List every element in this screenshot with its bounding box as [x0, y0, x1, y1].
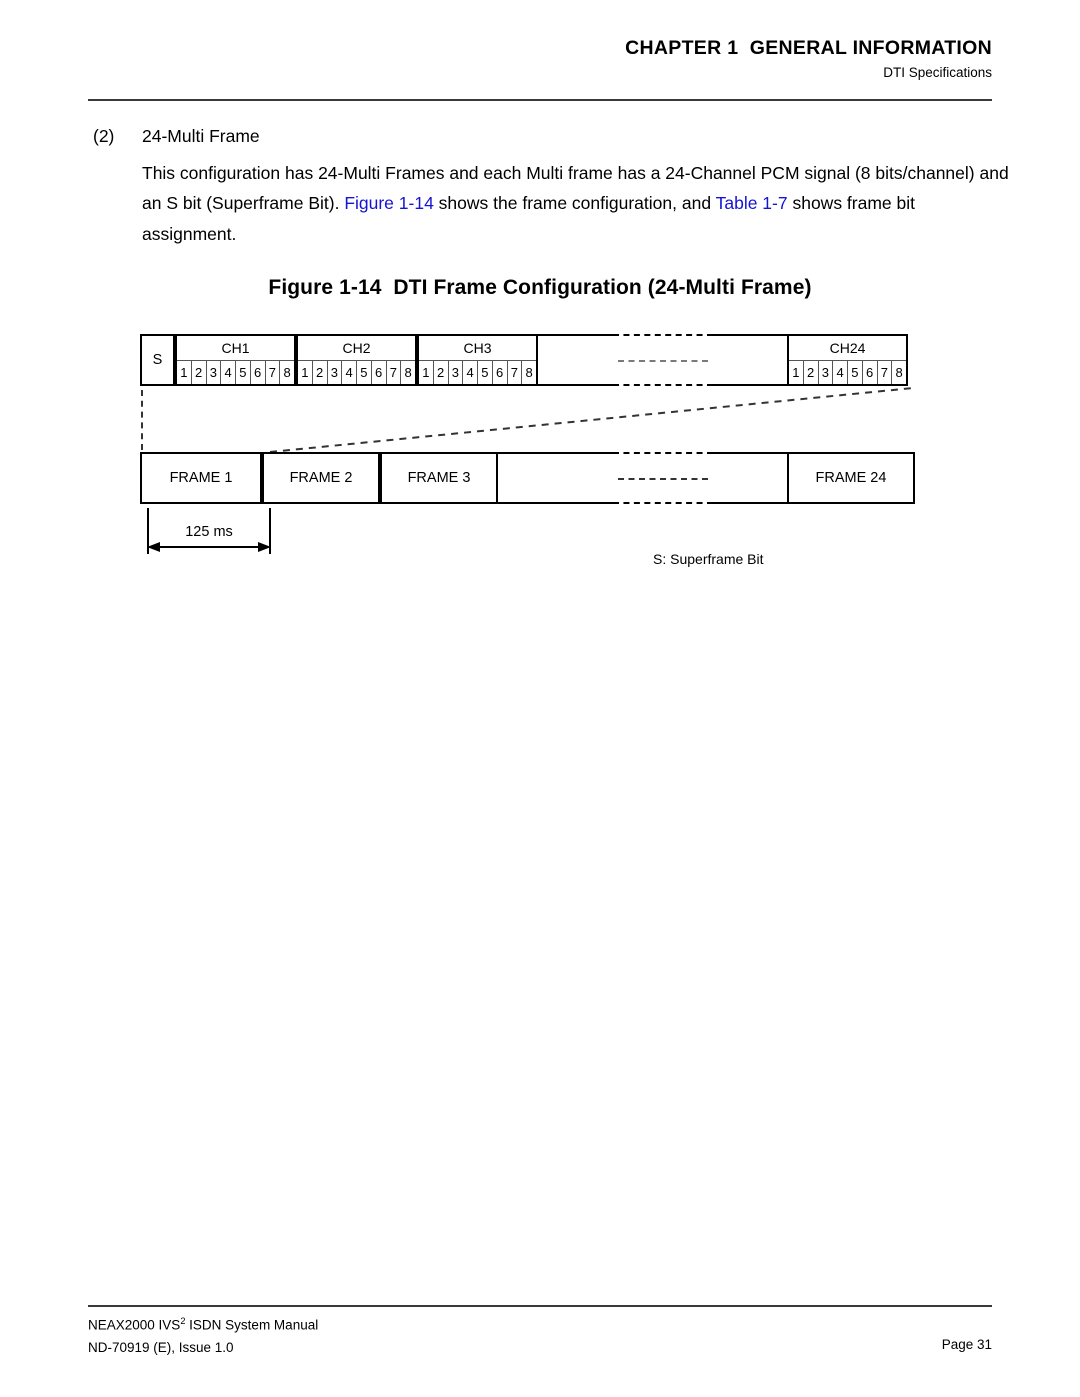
frame-cell-2: FRAME 2	[262, 452, 380, 504]
dti-frame-configuration-diagram: S CH1 1 2 3 4 5 6 7 8 CH2 1 2 3 4 5 6 7 …	[0, 0, 1080, 1397]
footer-page-number: Page 31	[941, 1337, 992, 1352]
framerow-continuation-right	[713, 452, 787, 504]
dimension-arrow	[147, 542, 271, 552]
framerow-continuation-left	[498, 452, 613, 504]
footer-manual-pre: NEAX2000 IVS	[88, 1317, 181, 1333]
footer-divider	[88, 1305, 992, 1307]
frame-cell-1: FRAME 1	[140, 452, 262, 504]
figure-legend-note: S: Superframe Bit	[653, 551, 764, 567]
footer-manual-title: NEAX2000 IVS2 ISDN System Manual	[88, 1314, 318, 1337]
footer-manual-post: ISDN System Manual	[185, 1317, 319, 1333]
frame-cell-3: FRAME 3	[380, 452, 498, 504]
frame-cell-24: FRAME 24	[787, 452, 915, 504]
framerow-ellipsis-dashes	[618, 478, 708, 480]
connector-diagonal	[269, 387, 914, 453]
